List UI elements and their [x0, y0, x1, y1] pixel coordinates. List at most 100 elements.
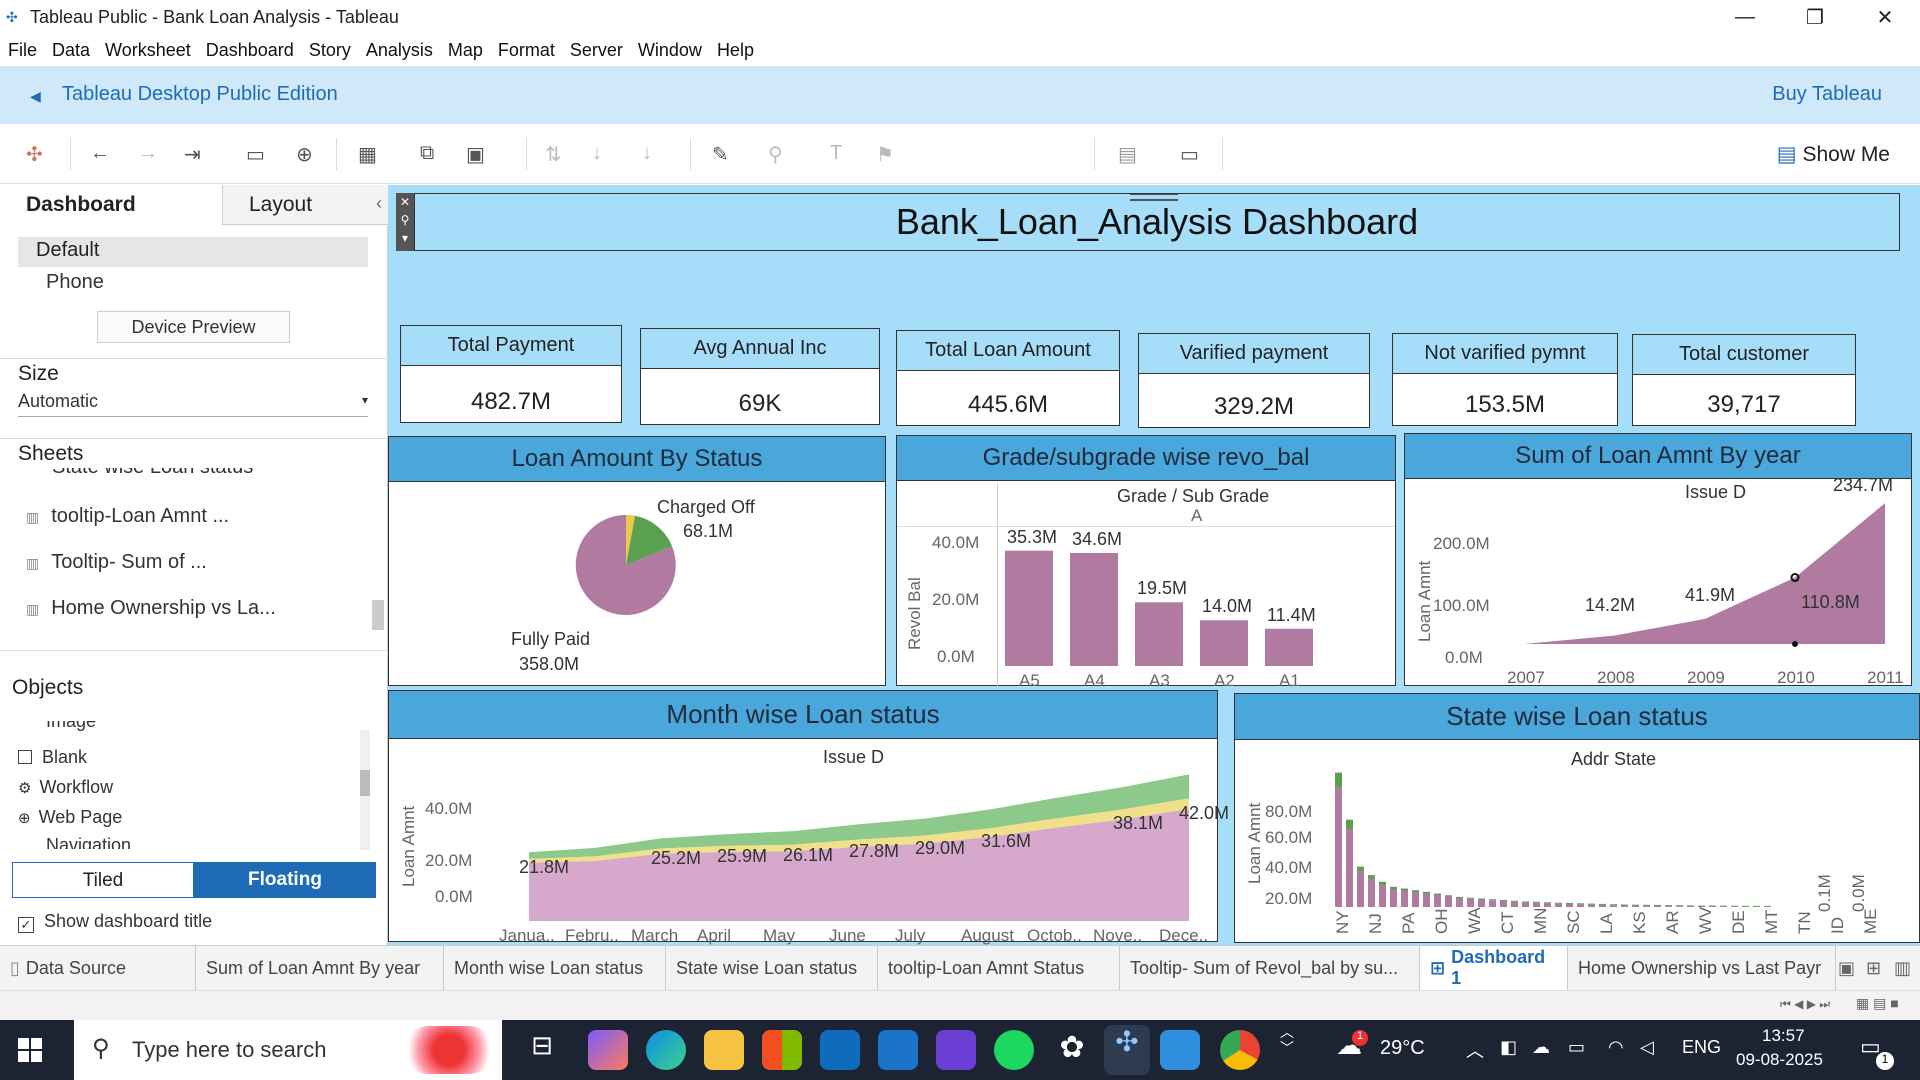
- kpi-total-loan-amount[interactable]: Total Loan Amount 445.6M: [896, 330, 1120, 426]
- state-bar-charged[interactable]: [1599, 903, 1606, 905]
- state-bar-charged[interactable]: [1544, 902, 1551, 904]
- new-datasource-icon[interactable]: ⊕: [296, 142, 313, 167]
- state-bar[interactable]: [1335, 787, 1342, 907]
- panel-grade-revol-bal[interactable]: Grade/subgrade wise revo_bal Grade / Sub…: [896, 435, 1396, 690]
- state-bar-charged[interactable]: [1742, 905, 1749, 907]
- year-point-marker[interactable]: [1792, 641, 1798, 647]
- state-bar-charged[interactable]: [1500, 900, 1507, 901]
- presentation-icon[interactable]: ▭: [1180, 142, 1199, 167]
- state-bar[interactable]: [1390, 889, 1397, 907]
- show-title-checkbox[interactable]: ✓ Show dashboard title: [18, 911, 212, 933]
- state-bar-charged[interactable]: [1764, 905, 1771, 907]
- device-phone[interactable]: Phone: [46, 271, 104, 294]
- state-bar[interactable]: [1346, 829, 1353, 907]
- new-dashboard-icon[interactable]: ⊞: [1866, 958, 1881, 979]
- state-bar[interactable]: [1467, 898, 1474, 907]
- state-bar[interactable]: [1588, 904, 1595, 907]
- bar-A4[interactable]: [1070, 552, 1118, 666]
- swap-icon[interactable]: ⇅: [545, 142, 562, 167]
- tab-sheet[interactable]: Month wise Loan status: [444, 946, 666, 990]
- state-bar[interactable]: [1412, 892, 1419, 907]
- state-bar[interactable]: [1665, 906, 1672, 907]
- state-bar[interactable]: [1511, 901, 1518, 907]
- volume-icon[interactable]: ◁: [1640, 1037, 1654, 1058]
- menu-format[interactable]: Format: [498, 40, 555, 61]
- state-bar-charged[interactable]: [1643, 904, 1650, 906]
- state-bar[interactable]: [1555, 903, 1562, 907]
- taskbar-scroll-icon[interactable]: ︿ ﹀: [1280, 1024, 1294, 1056]
- meet-icon[interactable]: ◧: [1500, 1037, 1517, 1058]
- state-bar-charged[interactable]: [1610, 904, 1617, 906]
- tab-sheet[interactable]: Sum of Loan Amnt By year: [196, 946, 444, 990]
- tab-layout[interactable]: Layout ‹: [222, 185, 388, 225]
- close-button[interactable]: ✕: [1850, 0, 1920, 34]
- wifi-icon[interactable]: ◠: [1608, 1037, 1624, 1058]
- sheet-item-cut[interactable]: State wise Loan status: [18, 468, 370, 478]
- task-view-icon[interactable]: ⊟: [522, 1030, 562, 1070]
- redo-icon[interactable]: →: [138, 142, 158, 165]
- menu-analysis[interactable]: Analysis: [366, 40, 433, 61]
- bar-A2[interactable]: [1200, 620, 1248, 666]
- edge-icon[interactable]: [646, 1030, 686, 1070]
- kpi-varified-payment[interactable]: Varified payment 329.2M: [1138, 333, 1370, 428]
- state-bar[interactable]: [1478, 899, 1485, 908]
- state-bar-charged[interactable]: [1456, 896, 1463, 898]
- state-bar-charged[interactable]: [1412, 890, 1419, 892]
- new-sheet-icon[interactable]: ▣: [1838, 958, 1855, 979]
- state-bar-charged[interactable]: [1522, 901, 1529, 903]
- sort-desc-icon[interactable]: ↓: [642, 142, 652, 165]
- state-bar[interactable]: [1544, 903, 1551, 907]
- state-bar-charged[interactable]: [1379, 881, 1386, 885]
- state-bar-charged[interactable]: [1654, 904, 1661, 906]
- device-default[interactable]: Default: [18, 237, 368, 267]
- bar-A5[interactable]: [1005, 550, 1053, 666]
- sheets-scrollbar[interactable]: [372, 600, 384, 630]
- state-bar[interactable]: [1643, 905, 1650, 907]
- menu-file[interactable]: File: [8, 40, 37, 61]
- tableau-logo-icon[interactable]: ✣: [26, 142, 43, 167]
- state-bar-charged[interactable]: [1566, 903, 1573, 904]
- state-bar[interactable]: [1599, 904, 1606, 907]
- menu-data[interactable]: Data: [52, 40, 90, 61]
- state-bar-charged[interactable]: [1390, 886, 1397, 889]
- sheet-nav-icons[interactable]: ⏮ ◀ ▶ ⏭: [1780, 997, 1830, 1012]
- state-bar[interactable]: [1654, 905, 1661, 907]
- sheet-item[interactable]: ▥ Tooltip- Sum of ...: [26, 551, 207, 574]
- floating-toggle[interactable]: Floating: [194, 862, 376, 898]
- state-bar[interactable]: [1676, 906, 1683, 907]
- state-bar-charged[interactable]: [1346, 819, 1353, 829]
- pin-icon[interactable]: ⚑: [876, 142, 894, 167]
- replay-icon[interactable]: ⇥: [184, 142, 201, 167]
- menu-window[interactable]: Window: [638, 40, 702, 61]
- sheet-item[interactable]: ▥ Home Ownership vs La...: [26, 597, 276, 620]
- panel-month-wise[interactable]: Month wise Loan status Issue D Loan Amnt…: [388, 690, 1229, 945]
- state-bar-charged[interactable]: [1489, 899, 1496, 901]
- restore-button[interactable]: ❐: [1780, 0, 1850, 34]
- windows-start-icon[interactable]: [18, 1038, 42, 1062]
- tab-dashboard[interactable]: Dashboard: [0, 185, 222, 225]
- new-sheet-icon[interactable]: ▦: [358, 142, 377, 167]
- chatgpt-icon[interactable]: ✿: [1052, 1030, 1092, 1070]
- state-bar[interactable]: [1357, 871, 1364, 907]
- new-story-icon[interactable]: ▥: [1894, 958, 1911, 979]
- object-workflow[interactable]: ⚙ Workflow: [18, 777, 113, 798]
- state-bar-charged[interactable]: [1577, 903, 1584, 905]
- floating-handle[interactable]: ✕ ⚲ ▾: [396, 193, 414, 251]
- state-bar-charged[interactable]: [1511, 900, 1518, 902]
- state-bar-charged[interactable]: [1555, 902, 1562, 904]
- spotify-icon[interactable]: [994, 1030, 1034, 1070]
- object-image[interactable]: Image: [18, 721, 358, 733]
- state-bar-charged[interactable]: [1445, 895, 1452, 897]
- kpi-total-customer[interactable]: Total customer 39,717: [1632, 334, 1856, 426]
- panel-loan-by-status[interactable]: Loan Amount By Status Charged Off 68.1M …: [388, 436, 886, 686]
- buy-tableau-link[interactable]: Buy Tableau: [1772, 83, 1882, 106]
- state-bar-charged[interactable]: [1621, 904, 1628, 906]
- state-bar-charged[interactable]: [1357, 866, 1364, 871]
- menu-help[interactable]: Help: [717, 40, 754, 61]
- outlook-icon[interactable]: [820, 1030, 860, 1070]
- bar-A3[interactable]: [1135, 602, 1183, 666]
- minimize-button[interactable]: —: [1710, 0, 1780, 34]
- menu-dashboard[interactable]: Dashboard: [206, 40, 294, 61]
- kpi-total-payment[interactable]: Total Payment 482.7M: [400, 325, 622, 423]
- clock-time[interactable]: 13:57: [1762, 1026, 1805, 1046]
